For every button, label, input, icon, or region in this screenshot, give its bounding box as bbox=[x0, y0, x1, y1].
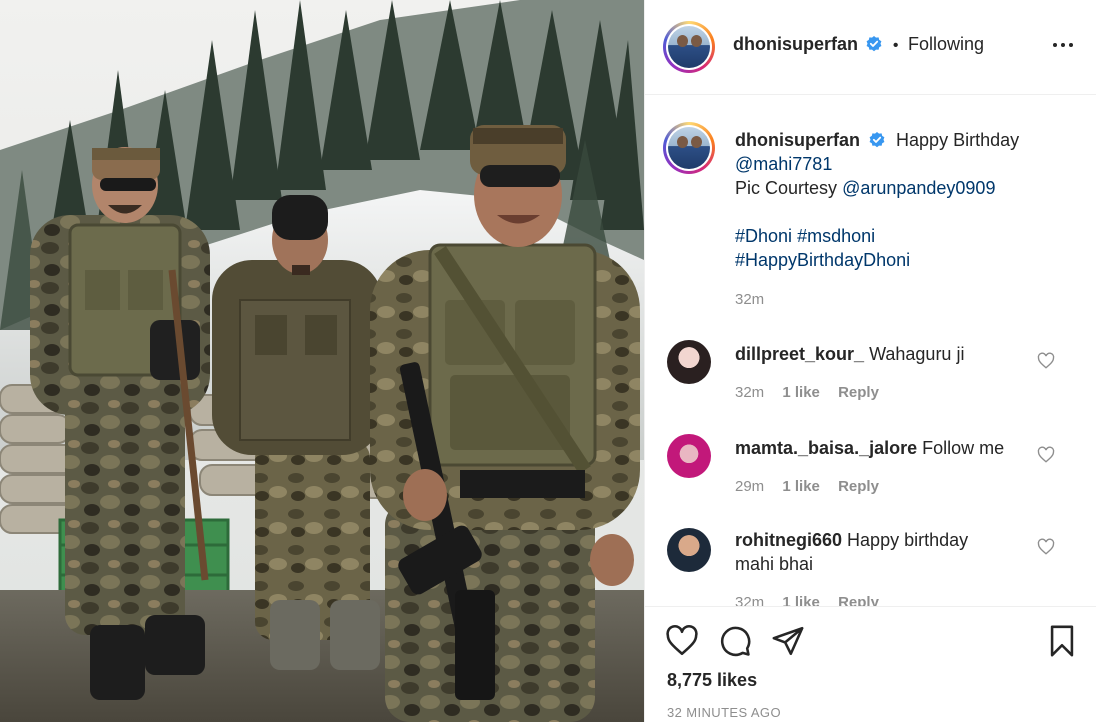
hashtag-link[interactable]: #msdhoni bbox=[797, 226, 875, 246]
comment-text: Happy birthday bbox=[847, 530, 969, 550]
hashtag-link[interactable]: #HappyBirthdayDhoni bbox=[735, 250, 910, 270]
header-separator: • bbox=[892, 37, 899, 54]
caption-text: Happy Birthday bbox=[896, 130, 1020, 150]
comment-time: 29m bbox=[735, 478, 765, 495]
reply-button[interactable]: Reply bbox=[838, 594, 879, 606]
hashtag-link[interactable]: #Dhoni bbox=[735, 226, 792, 246]
commenter-avatar[interactable] bbox=[667, 434, 711, 478]
post-side-panel: dhonisuperfan • Following dhonisuperfan … bbox=[644, 0, 1096, 722]
comment-likes[interactable]: 1 like bbox=[782, 594, 820, 606]
mention-link[interactable]: @arunpandey0909 bbox=[842, 178, 995, 198]
header-user-line: dhonisuperfan • Following bbox=[733, 34, 984, 55]
caption-username[interactable]: dhonisuperfan bbox=[735, 130, 860, 150]
comments-section[interactable]: dhonisuperfan Happy Birthday @mahi7781 P… bbox=[645, 96, 1096, 606]
reply-button[interactable]: Reply bbox=[838, 478, 879, 495]
commenter-avatar[interactable] bbox=[667, 340, 711, 384]
comment-meta: 29m 1 like Reply bbox=[735, 478, 879, 495]
heart-icon[interactable] bbox=[665, 624, 699, 658]
comment-likes[interactable]: 1 like bbox=[782, 478, 820, 495]
comment-body: rohitnegi660 Happy birthday mahi bhai bbox=[735, 528, 1035, 576]
comment-text-continued: mahi bhai bbox=[735, 554, 814, 574]
caption-time: 32m bbox=[735, 291, 765, 308]
comment-likes[interactable]: 1 like bbox=[782, 384, 820, 401]
post-image[interactable] bbox=[0, 0, 644, 722]
comment-time: 32m bbox=[735, 594, 765, 606]
bookmark-icon[interactable] bbox=[1045, 624, 1079, 658]
post-timestamp[interactable]: 32 MINUTES AGO bbox=[667, 705, 781, 720]
comment-body: mamta._baisa._jalore Follow me bbox=[735, 436, 1045, 460]
mention-link[interactable]: @mahi7781 bbox=[735, 154, 832, 174]
author-avatar[interactable] bbox=[663, 21, 715, 73]
verified-badge-icon bbox=[867, 36, 882, 52]
comment-like-heart-icon[interactable] bbox=[1037, 446, 1055, 464]
more-options-icon[interactable] bbox=[1053, 35, 1075, 55]
comment-like-heart-icon[interactable] bbox=[1037, 538, 1055, 556]
author-username[interactable]: dhonisuperfan bbox=[733, 34, 858, 54]
caption-avatar[interactable] bbox=[663, 122, 715, 174]
post-photo-illustration bbox=[0, 0, 644, 722]
comment-meta: 32m 1 like Reply bbox=[735, 594, 879, 606]
comment-like-heart-icon[interactable] bbox=[1037, 352, 1055, 370]
comment-text: Follow me bbox=[922, 438, 1005, 458]
comment-time: 32m bbox=[735, 384, 765, 401]
likes-count[interactable]: 8,775 likes bbox=[667, 670, 757, 691]
commenter-username[interactable]: rohitnegi660 bbox=[735, 530, 842, 550]
commenter-username[interactable]: dillpreet_kour_ bbox=[735, 344, 864, 364]
commenter-username[interactable]: mamta._baisa._jalore bbox=[735, 438, 917, 458]
caption-body: dhonisuperfan Happy Birthday @mahi7781 P… bbox=[735, 128, 1055, 272]
comment-icon[interactable] bbox=[718, 624, 752, 658]
post-header: dhonisuperfan • Following bbox=[645, 0, 1096, 95]
instagram-post: dhonisuperfan • Following dhonisuperfan … bbox=[0, 0, 1096, 722]
verified-badge-icon bbox=[869, 132, 885, 148]
following-button[interactable]: Following bbox=[908, 34, 984, 54]
post-actions: 8,775 likes 32 MINUTES AGO bbox=[645, 606, 1096, 722]
reply-button[interactable]: Reply bbox=[838, 384, 879, 401]
comment-meta: 32m 1 like Reply bbox=[735, 384, 879, 401]
caption-courtesy-text: Pic Courtesy bbox=[735, 178, 838, 198]
commenter-avatar[interactable] bbox=[667, 528, 711, 572]
paper-plane-icon[interactable] bbox=[771, 624, 805, 658]
comment-body: dillpreet_kour_ Wahaguru ji bbox=[735, 342, 1035, 366]
comment-text: Wahaguru ji bbox=[869, 344, 965, 364]
